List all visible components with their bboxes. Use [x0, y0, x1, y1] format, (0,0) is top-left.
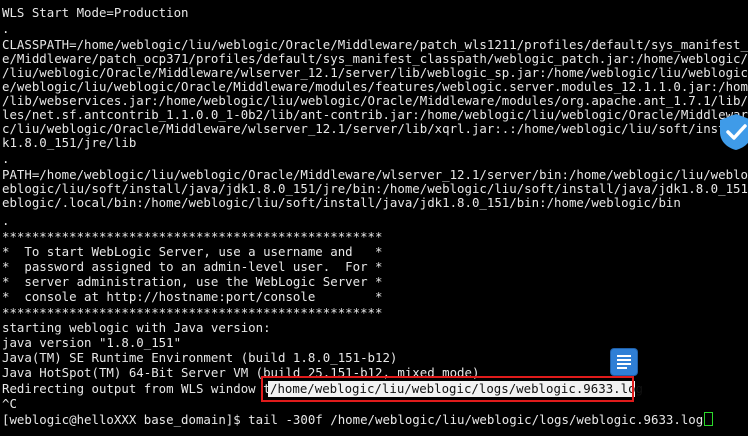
terminal-line: ****************************************… [2, 229, 383, 244]
terminal-line: ****************************************… [2, 305, 383, 320]
terminal-line: Redirecting output from WLS window to [2, 381, 279, 396]
terminal-line: /lib/webservices.jar:/home/weblogic/liu/… [2, 93, 748, 108]
command-prompt-line[interactable]: [weblogic@helloXXX base_domain]$ tail -3… [2, 412, 714, 427]
terminal-line: e/Middleware/patch_ocp371/profiles/defau… [2, 51, 748, 66]
terminal-line: ^C [2, 396, 17, 411]
document-icon[interactable] [611, 349, 637, 375]
terminal-line: PATH=/home/weblogic/liu/weblogic/Oracle/… [2, 167, 748, 182]
terminal-window[interactable]: WLS Start Mode=Production . CLASSPATH=/h… [0, 0, 748, 436]
command-text: [weblogic@helloXXX base_domain]$ tail -3… [2, 412, 704, 427]
terminal-line: CLASSPATH=/home/weblogic/liu/weblogic/Or… [2, 37, 748, 52]
text-cursor [704, 412, 714, 426]
terminal-line: WLS Start Mode=Production [2, 5, 189, 20]
annotation-box [261, 376, 634, 402]
terminal-line: c/liu/weblogic/Oracle/Middleware/wlserve… [2, 121, 748, 136]
shield-check-icon[interactable] [718, 112, 748, 152]
terminal-line: * console at http://hostname:port/consol… [2, 289, 383, 304]
terminal-line: Java(TM) SE Runtime Environment (build 1… [2, 350, 398, 365]
terminal-line: eblogic/.local/bin:/home/weblogic/liu/so… [2, 195, 681, 210]
terminal-line: . [2, 151, 10, 166]
terminal-line: e/weblogic/liu/weblogic/Oracle/Middlewar… [2, 79, 748, 94]
terminal-line: * password assigned to an admin-level us… [2, 259, 383, 274]
terminal-line: /liu/weblogic/Oracle/Middleware/wlserver… [2, 65, 748, 80]
terminal-line: eblogic/liu/soft/install/java/jdk1.8.0_1… [2, 181, 748, 196]
terminal-line: * To start WebLogic Server, use a userna… [2, 244, 383, 259]
terminal-line: . [2, 21, 10, 36]
terminal-line: java version "1.8.0_151" [2, 335, 182, 350]
terminal-line: k1.8.0_151/jre/lib [2, 135, 137, 150]
terminal-line: . [2, 213, 10, 228]
terminal-line: les/net.sf.antcontrib_1.1.0.0_1-0b2/lib/… [2, 107, 748, 122]
terminal-line: * server administration, use the WebLogi… [2, 274, 383, 289]
terminal-line: starting weblogic with Java version: [2, 320, 271, 335]
